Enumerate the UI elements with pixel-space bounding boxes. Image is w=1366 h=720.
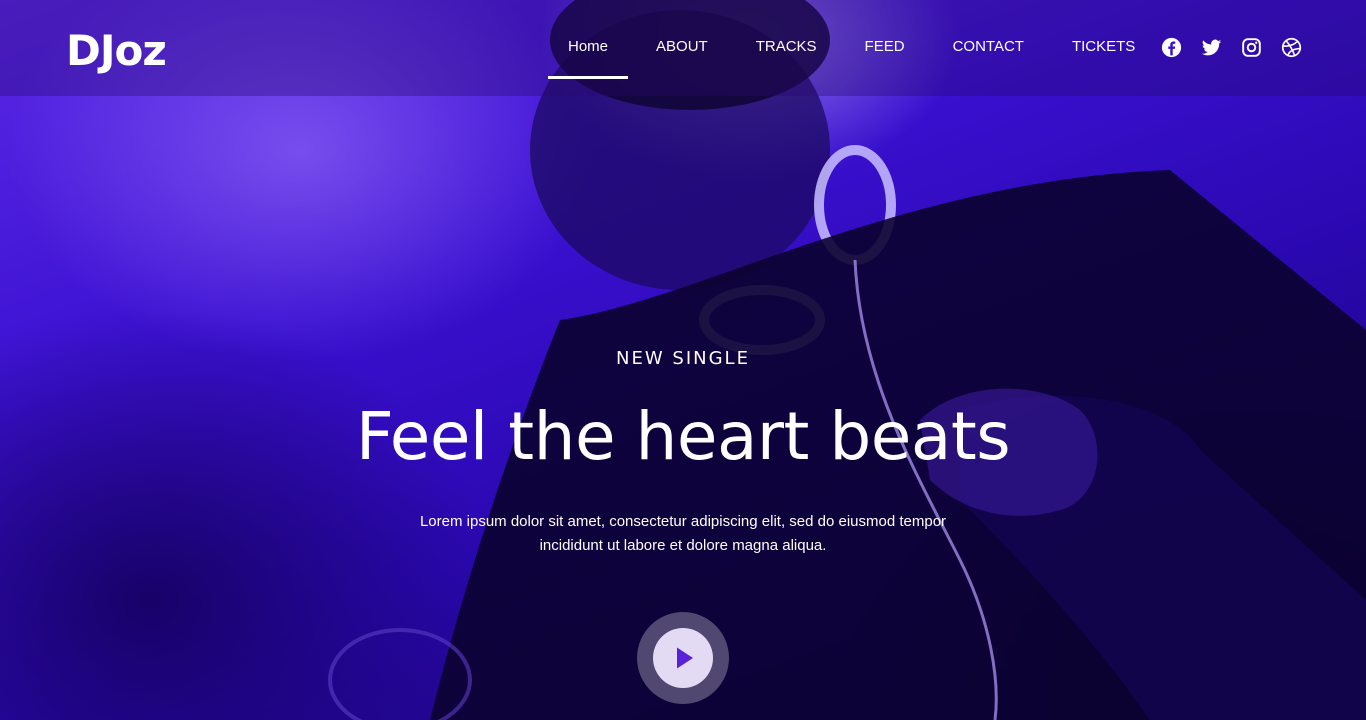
play-icon [677,647,693,669]
hero-headline: Feel the heart beats [355,398,1011,475]
hero-section: DJoz Home ABOUT TRACKS FEED CONTACT TICK… [0,0,1366,720]
play-button[interactable] [653,628,713,688]
hero-eyebrow: NEW SINGLE [616,348,750,369]
hero-description: Lorem ipsum dolor sit amet, consectetur … [383,510,983,558]
hero-description-line: incididunt ut labore et dolore magna ali… [539,537,827,554]
play-button-ring [637,612,729,704]
hero-description-line: Lorem ipsum dolor sit amet, consectetur … [419,513,947,530]
hero-content: NEW SINGLE Feel the heart beats Lorem ip… [0,0,1366,720]
